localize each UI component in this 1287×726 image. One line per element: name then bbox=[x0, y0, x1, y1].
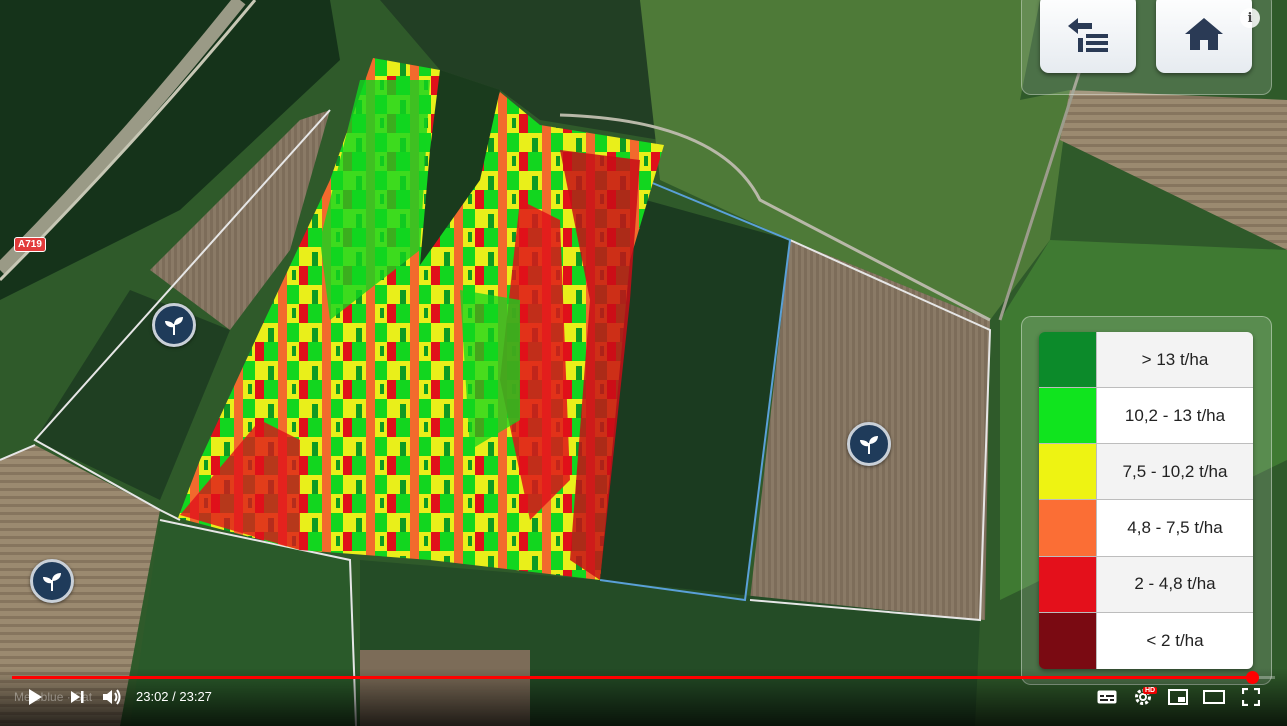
video-player[interactable]: A719 i > 13 t/ha 10,2 - 13 t/ha 7,5 - 10… bbox=[0, 0, 1287, 726]
legend-label: 4,8 - 7,5 t/ha bbox=[1096, 500, 1253, 556]
next-icon bbox=[71, 691, 84, 703]
miniplayer-button[interactable] bbox=[1167, 686, 1189, 708]
time-display: 23:02 / 23:27 bbox=[136, 689, 212, 704]
volume-button[interactable] bbox=[100, 686, 124, 708]
volume-icon bbox=[103, 689, 121, 705]
play-icon bbox=[29, 689, 42, 705]
fullscreen-icon bbox=[1242, 688, 1260, 706]
back-list-button[interactable] bbox=[1040, 0, 1136, 73]
play-button[interactable] bbox=[24, 686, 46, 708]
theater-icon bbox=[1203, 690, 1225, 704]
seedling-icon bbox=[43, 573, 61, 591]
seedling-icon bbox=[860, 436, 878, 454]
field-marker-1[interactable] bbox=[152, 303, 196, 347]
fullscreen-button[interactable] bbox=[1240, 686, 1262, 708]
legend-swatch bbox=[1039, 612, 1096, 669]
legend-label: 2 - 4,8 t/ha bbox=[1096, 556, 1253, 612]
legend-swatch bbox=[1039, 332, 1096, 388]
legend-label: 10,2 - 13 t/ha bbox=[1096, 388, 1253, 444]
legend-label: > 13 t/ha bbox=[1096, 332, 1253, 388]
progress-fill bbox=[12, 676, 1253, 679]
home-icon bbox=[1185, 17, 1223, 50]
legend-swatch bbox=[1039, 388, 1096, 444]
hd-badge: HD bbox=[1143, 687, 1158, 694]
legend-label: 7,5 - 10,2 t/ha bbox=[1096, 444, 1253, 500]
seedling-icon bbox=[165, 317, 183, 335]
legend-swatch bbox=[1039, 556, 1096, 612]
field-marker-3[interactable] bbox=[30, 559, 74, 603]
home-button[interactable] bbox=[1156, 0, 1252, 73]
miniplayer-icon bbox=[1168, 689, 1188, 705]
legend-row: 2 - 4,8 t/ha bbox=[1039, 556, 1253, 613]
legend-row: > 13 t/ha bbox=[1039, 332, 1253, 389]
legend-label: < 2 t/ha bbox=[1096, 612, 1253, 669]
legend-swatch bbox=[1039, 444, 1096, 500]
subtitles-button[interactable] bbox=[1096, 686, 1118, 708]
theater-button[interactable] bbox=[1202, 686, 1226, 708]
legend-row: 4,8 - 7,5 t/ha bbox=[1039, 500, 1253, 557]
road-label: A719 bbox=[14, 237, 46, 252]
progress-bar[interactable] bbox=[12, 671, 1275, 684]
legend-row: < 2 t/ha bbox=[1039, 612, 1253, 669]
info-label: i bbox=[1247, 10, 1253, 26]
yield-legend: > 13 t/ha 10,2 - 13 t/ha 7,5 - 10,2 t/ha… bbox=[1039, 332, 1253, 669]
legend-swatch bbox=[1039, 500, 1096, 556]
legend-row: 7,5 - 10,2 t/ha bbox=[1039, 444, 1253, 501]
legend-row: 10,2 - 13 t/ha bbox=[1039, 388, 1253, 445]
field-marker-2[interactable] bbox=[847, 422, 891, 466]
list-back-icon bbox=[1068, 17, 1108, 52]
info-icon[interactable]: i bbox=[1240, 8, 1260, 28]
next-button[interactable] bbox=[66, 686, 88, 708]
subtitles-icon bbox=[1097, 690, 1117, 704]
